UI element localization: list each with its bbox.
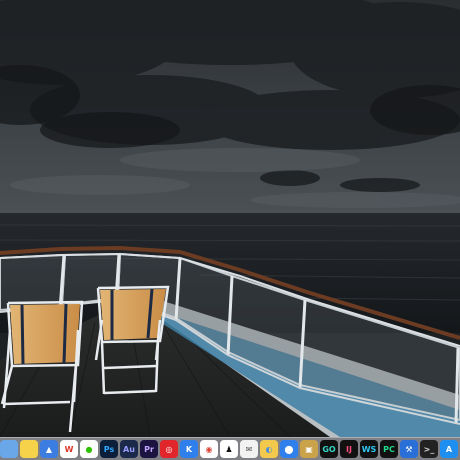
dock: ▲W●PsAuPr◎K◉♟✉◐⬤▣GOIJWSPC⚒>_A⚙	[0, 437, 460, 460]
kugou-icon[interactable]: K	[180, 440, 198, 458]
pycharm-icon[interactable]: PC	[380, 440, 398, 458]
keynote-icon[interactable]: ▲	[40, 440, 58, 458]
netease-music-icon[interactable]: ◎	[160, 440, 178, 458]
chat-bubble-icon[interactable]: ✉	[240, 440, 258, 458]
desktop: ▲W●PsAuPr◎K◉♟✉◐⬤▣GOIJWSPC⚒>_A⚙	[0, 0, 460, 460]
finder-icon[interactable]	[0, 440, 18, 458]
photoshop-icon[interactable]: Ps	[100, 440, 118, 458]
goland-icon[interactable]: GO	[320, 440, 338, 458]
intellij-icon[interactable]: IJ	[340, 440, 358, 458]
wps-icon[interactable]: W	[60, 440, 78, 458]
xcode-icon[interactable]: ⚒	[400, 440, 418, 458]
archive-box-icon[interactable]: ▣	[300, 440, 318, 458]
chrome-icon[interactable]: ◉	[200, 440, 218, 458]
qq-icon[interactable]: ♟	[220, 440, 238, 458]
audition-icon[interactable]: Au	[120, 440, 138, 458]
premiere-icon[interactable]: Pr	[140, 440, 158, 458]
location-pin-icon[interactable]: ⬤	[280, 440, 298, 458]
app-store-icon[interactable]: A	[440, 440, 458, 458]
wallpaper-image	[0, 0, 460, 438]
webstorm-icon[interactable]: WS	[360, 440, 378, 458]
notes-icon[interactable]	[20, 440, 38, 458]
wechat-icon[interactable]: ●	[80, 440, 98, 458]
maps-icon[interactable]: ◐	[260, 440, 278, 458]
terminal-icon[interactable]: >_	[420, 440, 438, 458]
